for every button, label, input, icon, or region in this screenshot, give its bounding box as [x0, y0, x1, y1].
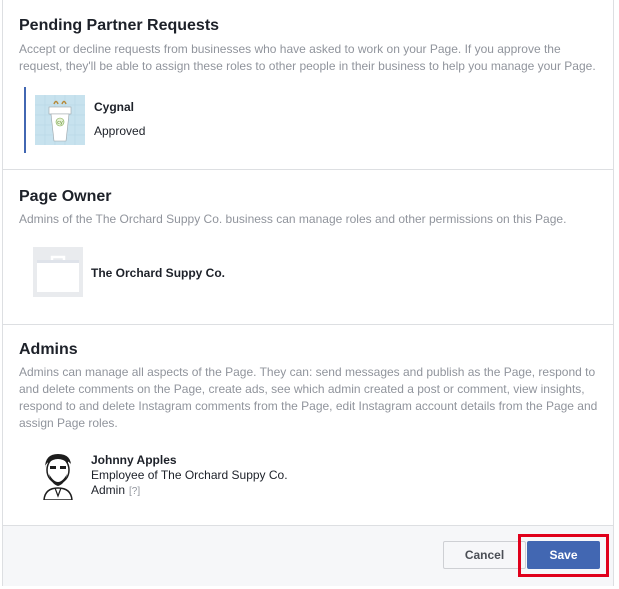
admin-role-label: Admin [91, 483, 126, 497]
section-description: Admins can manage all aspects of the Pag… [19, 365, 598, 430]
section-description: Accept or decline requests from business… [19, 42, 596, 73]
cygnal-logo: cy [35, 95, 85, 145]
section-title: Page Owner [19, 188, 112, 205]
help-icon[interactable]: [?] [129, 486, 140, 497]
partner-status: Approved [94, 124, 146, 138]
pending-partner-requests-section: Pending Partner Requests Accept or decli… [3, 0, 613, 170]
admin-role: Admin [?] [91, 483, 140, 497]
dialog-footer: Cancel Save [3, 526, 613, 586]
section-description: Admins of the The Orchard Suppy Co. busi… [19, 212, 567, 226]
section-title: Admins [19, 341, 78, 358]
save-button[interactable]: Save [527, 541, 600, 569]
admin-avatar[interactable] [35, 450, 81, 501]
cancel-button[interactable]: Cancel [443, 541, 526, 569]
partner-name: Cygnal [94, 100, 135, 114]
briefcase-icon [33, 247, 83, 297]
page-owner-section: Page Owner Admins of the The Orchard Sup… [3, 170, 613, 325]
avatar-icon [43, 454, 73, 501]
partner-request-item[interactable]: cy Cygnal Approved [24, 87, 326, 153]
admin-name[interactable]: Johnny Apples [91, 453, 177, 467]
svg-text:cy: cy [57, 120, 63, 126]
podium-icon: cy [35, 95, 85, 145]
owner-name[interactable]: The Orchard Suppy Co. [91, 266, 225, 280]
section-title: Pending Partner Requests [19, 17, 220, 34]
owner-business-thumbnail[interactable] [33, 247, 83, 297]
admins-section: Admins Admins can manage all aspects of … [3, 325, 613, 526]
admin-employment: Employee of The Orchard Suppy Co. [91, 468, 288, 482]
